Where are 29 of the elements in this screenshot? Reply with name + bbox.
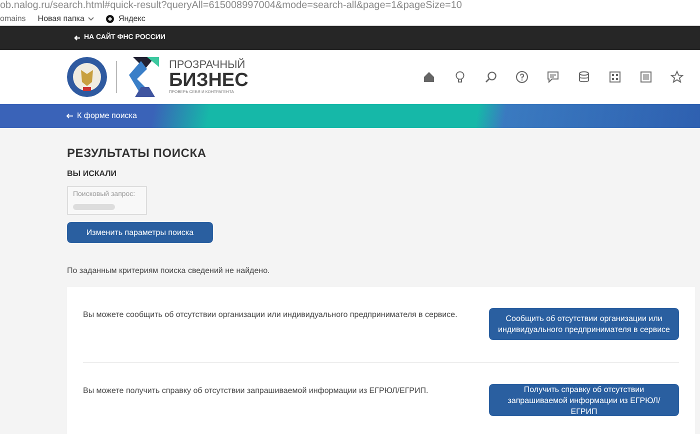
action-button[interactable]: Сообщить об отсутствии организации или индивидуального предпринимателя в сервисе: [489, 308, 679, 340]
plus-icon: [106, 14, 114, 22]
no-results-message: По заданным критериям поиска сведений не найдено.: [67, 265, 271, 277]
change-search-button[interactable]: Изменить параметры поиска: [67, 222, 213, 243]
action-description: Вы можете сообщить об отсутствии организации или индивидуального предпринимателя в сервисе.: [83, 309, 458, 321]
bookmark[interactable]: Новая папка: [38, 12, 94, 24]
chat-icon[interactable]: [546, 70, 560, 84]
star-icon[interactable]: [670, 70, 684, 84]
results-title: РЕЗУЛЬТАТЫ ПОИСКА: [67, 145, 208, 162]
emblem-icon: [66, 56, 108, 98]
home-icon[interactable]: [422, 70, 436, 84]
redacted-text: [73, 204, 115, 210]
search-subtitle: ВЫ ИСКАЛИ: [67, 168, 118, 180]
grid-icon[interactable]: [608, 70, 622, 84]
arrow-left-icon: [66, 112, 73, 119]
database-icon[interactable]: [577, 70, 591, 84]
brand-name-line: БИЗНЕС: [169, 71, 248, 90]
action-button[interactable]: Получить справку об отсутствии запрашиваемой информации из ЕГРЮЛ/ЕГРИП: [489, 384, 679, 416]
bookmark[interactable]: Яндекс: [106, 12, 146, 24]
action-description: Вы можете получить справку об отсутствии запрашиваемой информации из ЕГРЮЛ/ЕГРИП.: [83, 384, 430, 396]
lightbulb-icon[interactable]: [453, 70, 467, 84]
help-icon[interactable]: [515, 70, 529, 84]
search-icon[interactable]: [484, 70, 498, 84]
back-link[interactable]: К форме поиска: [66, 110, 137, 122]
bookmark[interactable]: omains: [0, 12, 26, 24]
list-icon[interactable]: [639, 70, 653, 84]
brand-name-line: ПРОЗРАЧНЫЙ: [169, 60, 246, 71]
arrow-left-icon: [74, 35, 80, 41]
chevron-down-icon: [88, 16, 94, 20]
